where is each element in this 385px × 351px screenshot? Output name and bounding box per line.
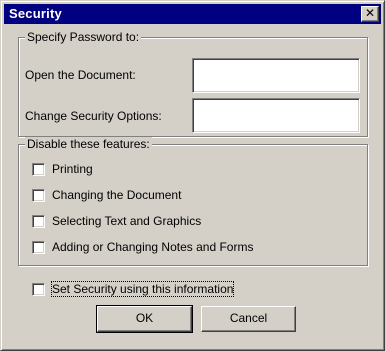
close-icon: ✕ [364,6,376,20]
notes-forms-checkbox[interactable] [32,241,45,254]
ok-button[interactable]: OK [96,305,193,333]
security-dialog: Security ✕ Specify Password to: Open the… [0,0,385,351]
open-document-password-input[interactable] [192,58,360,93]
password-group-legend: Specify Password to: [25,30,142,44]
change-security-label: Change Security Options: [25,109,162,123]
selecting-text-checkbox[interactable] [32,215,45,228]
set-security-checkbox[interactable] [32,283,45,296]
title-bar[interactable]: Security ✕ [4,4,381,24]
cancel-button[interactable]: Cancel [201,306,296,332]
set-security-label: Set Security using this information [50,281,235,297]
disable-features-group: Disable these features: Printing Changin… [18,137,368,266]
dialog-title: Security [9,6,62,21]
printing-label: Printing [52,162,93,176]
open-document-label: Open the Document: [25,68,136,82]
changing-document-checkbox[interactable] [32,189,45,202]
notes-forms-label: Adding or Changing Notes and Forms [52,240,254,254]
selecting-text-label: Selecting Text and Graphics [52,214,202,228]
password-group: Specify Password to: Open the Document: … [18,30,368,137]
printing-checkbox[interactable] [32,163,45,176]
disable-group-legend: Disable these features: [25,137,152,151]
change-security-password-input[interactable] [192,98,360,133]
changing-document-label: Changing the Document [52,188,182,202]
close-button[interactable]: ✕ [361,6,379,22]
